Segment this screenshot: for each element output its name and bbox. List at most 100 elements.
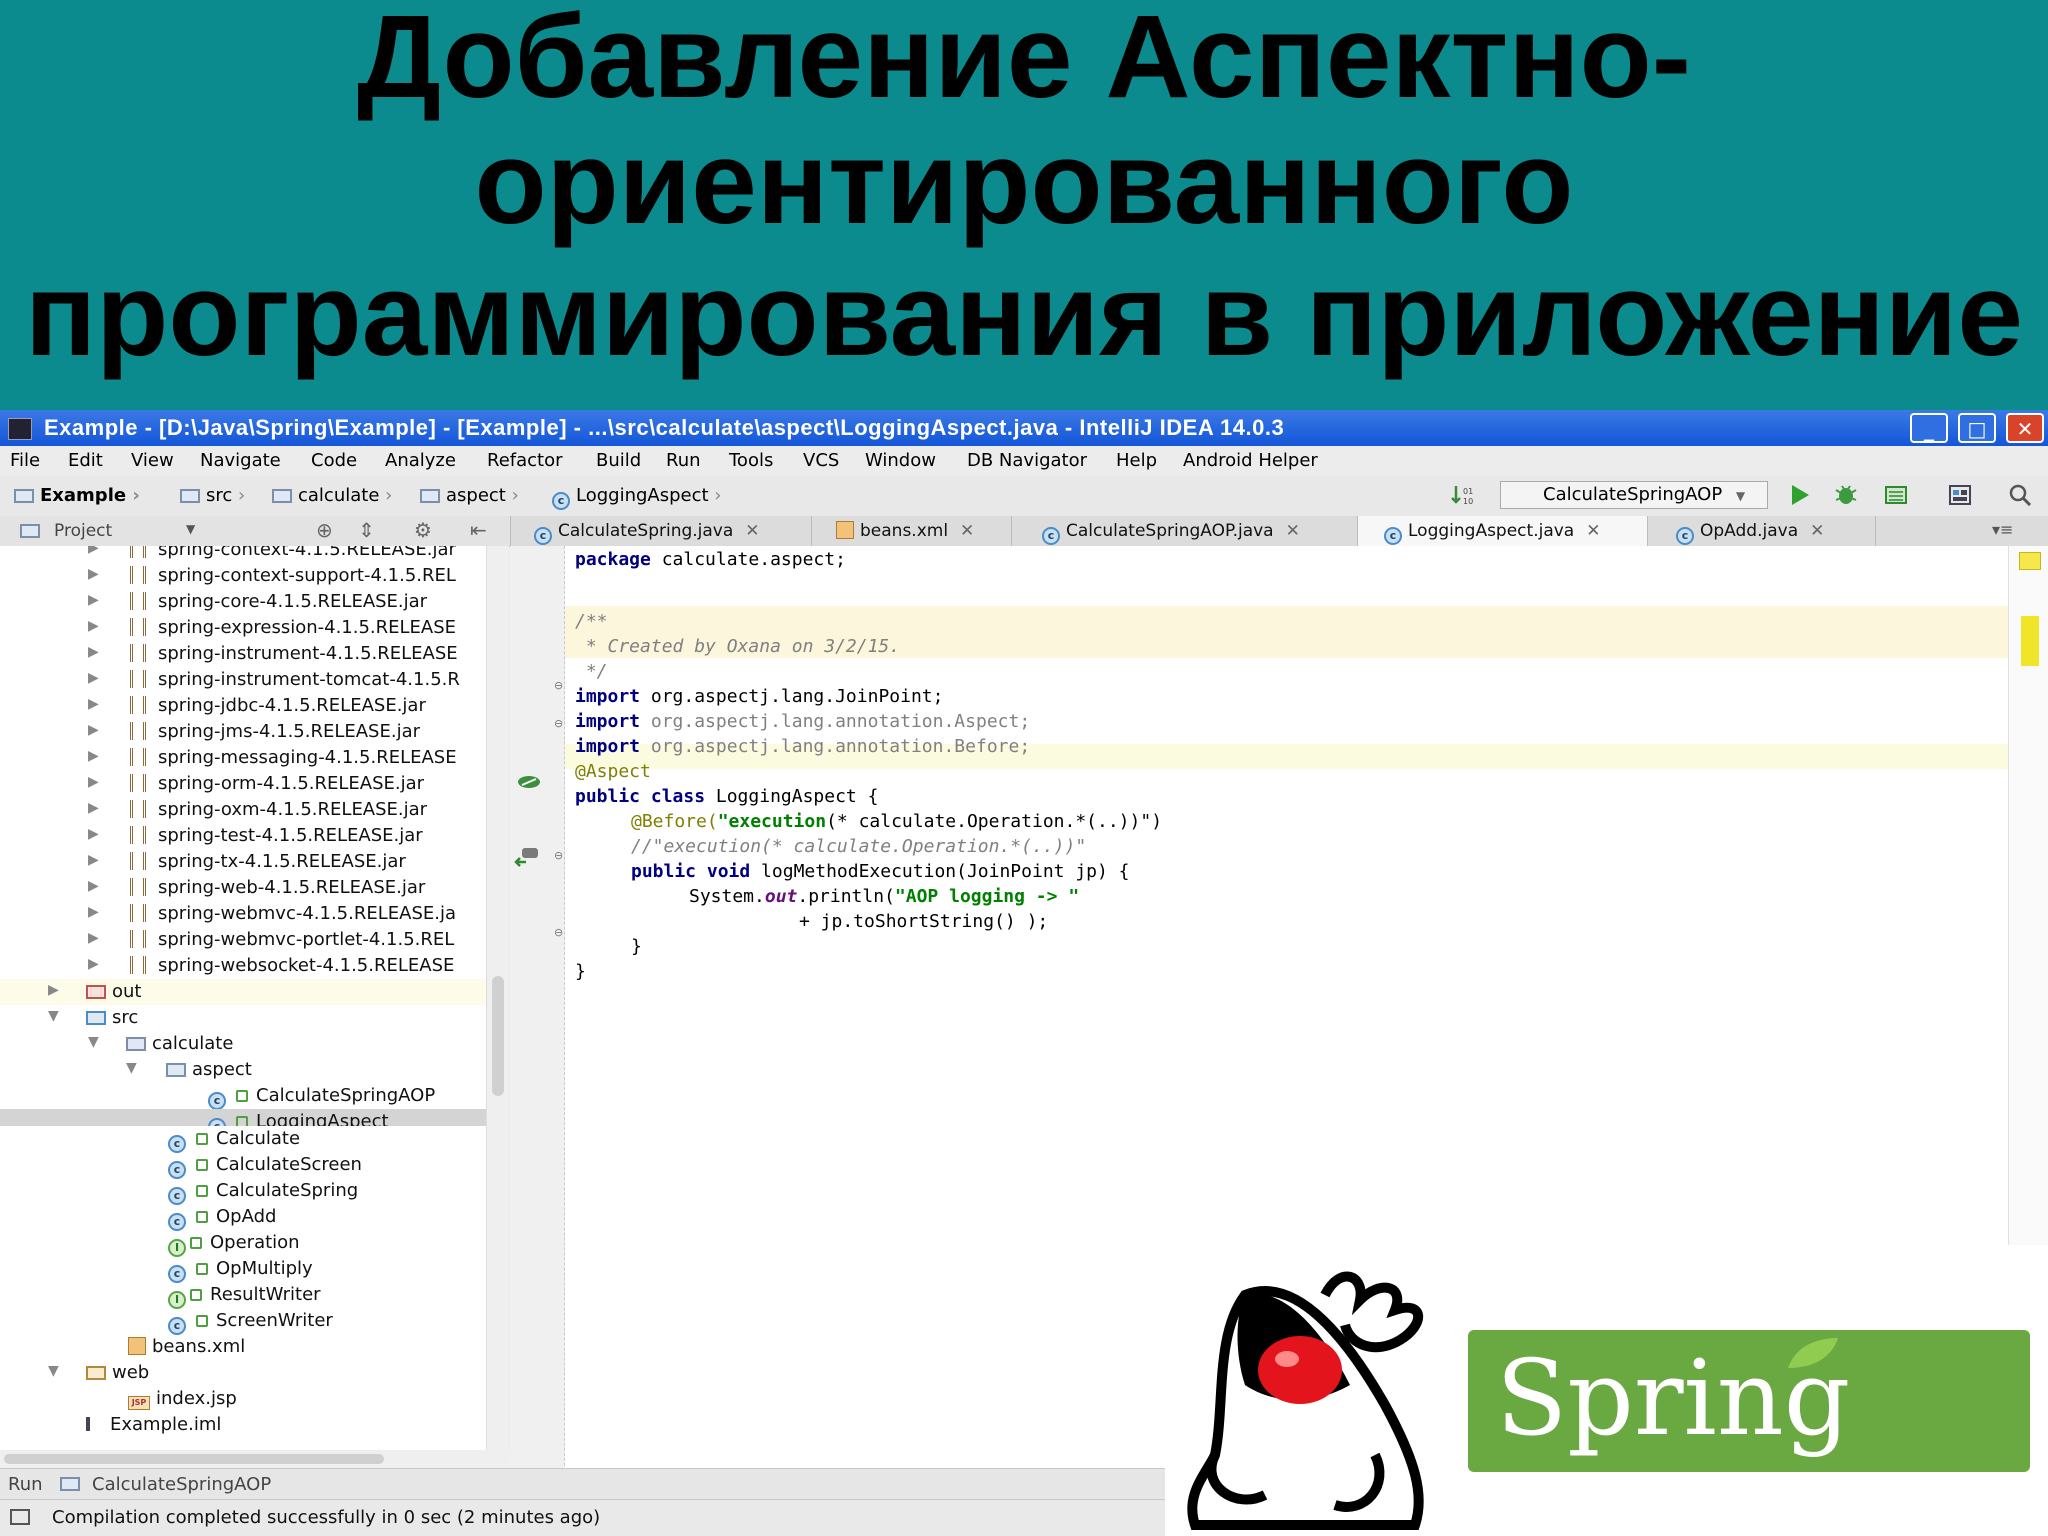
expand-arrow-icon[interactable]: ▶ xyxy=(88,930,99,946)
expand-arrow-icon[interactable]: ▶ xyxy=(88,618,99,634)
close-tab-icon[interactable]: ✕ xyxy=(745,521,759,541)
tree-interface-item[interactable]: I ResultWriter xyxy=(0,1282,486,1309)
collapse-icon[interactable]: ⇕ xyxy=(358,518,375,542)
close-tab-icon[interactable]: ✕ xyxy=(1586,521,1600,541)
tab-opadd[interactable]: c OpAdd.java ✕ xyxy=(1648,516,1876,546)
expand-arrow-icon[interactable]: ▶ xyxy=(88,904,99,920)
expand-arrow-icon[interactable]: ▶ xyxy=(88,748,99,764)
tree-class-item[interactable]: c CalculateSpring xyxy=(0,1178,486,1205)
menu-window[interactable]: Window xyxy=(865,450,936,471)
maximize-button[interactable]: □ xyxy=(1958,413,1996,443)
tree-file-iml[interactable]: Example.iml xyxy=(0,1412,486,1438)
collapse-arrow-icon[interactable]: ▼ xyxy=(88,1034,99,1050)
close-tab-icon[interactable]: ✕ xyxy=(1286,521,1300,541)
tree-class-item[interactable]: c CalculateScreen xyxy=(0,1152,486,1179)
tabs-overflow-icon[interactable]: ▾≡ xyxy=(1992,520,2013,539)
tree-package-aspect[interactable]: ▼ aspect xyxy=(0,1057,486,1083)
toolwindows-toggle-icon[interactable] xyxy=(10,1509,30,1525)
run-config-select[interactable]: CalculateSpringAOP ▼ xyxy=(1500,481,1768,509)
menu-refactor[interactable]: Refactor xyxy=(487,450,563,471)
tab-calculatespring[interactable]: c CalculateSpring.java ✕ xyxy=(512,516,812,546)
tree-class-item[interactable]: c OpAdd xyxy=(0,1204,486,1231)
menu-build[interactable]: Build xyxy=(596,450,641,471)
close-button[interactable]: ✕ xyxy=(2006,413,2044,443)
expand-arrow-icon[interactable]: ▶ xyxy=(48,982,59,998)
fold-icon[interactable]: ⊖ xyxy=(554,717,563,730)
tree-jar-item[interactable]: ▶ spring-jms-4.1.5.RELEASE.jar xyxy=(0,719,486,745)
run-config-name[interactable]: CalculateSpringAOP xyxy=(92,1474,271,1495)
project-structure-icon[interactable] xyxy=(1948,484,1972,506)
tree-jar-item[interactable]: ▶ spring-context-support-4.1.5.REL xyxy=(0,563,486,589)
run-icon[interactable] xyxy=(1788,484,1812,506)
tree-jar-item[interactable]: ▶ spring-messaging-4.1.5.RELEASE xyxy=(0,745,486,771)
tree-vertical-scrollbar[interactable] xyxy=(486,546,509,1126)
expand-arrow-icon[interactable]: ▶ xyxy=(88,852,99,868)
tree-file-index-jsp[interactable]: JSP index.jsp xyxy=(0,1386,486,1412)
project-panel-header[interactable]: Project ▼ ⊕ ⇕ ⚙ ⇤ xyxy=(0,516,511,546)
menu-analyze[interactable]: Analyze xyxy=(385,450,456,471)
expand-arrow-icon[interactable]: ▶ xyxy=(88,800,99,816)
expand-arrow-icon[interactable]: ▶ xyxy=(88,592,99,608)
debug-icon[interactable] xyxy=(1834,484,1858,506)
tab-calculatespringaop[interactable]: c CalculateSpringAOP.java ✕ xyxy=(1012,516,1358,546)
expand-arrow-icon[interactable]: ▶ xyxy=(88,546,99,556)
expand-arrow-icon[interactable]: ▶ xyxy=(88,722,99,738)
expand-arrow-icon[interactable]: ▶ xyxy=(88,566,99,582)
expand-arrow-icon[interactable]: ▶ xyxy=(88,878,99,894)
tree-jar-item[interactable]: ▶ spring-expression-4.1.5.RELEASE xyxy=(0,615,486,641)
gear-icon[interactable]: ⚙ xyxy=(414,518,432,542)
chevron-down-icon[interactable]: ▼ xyxy=(186,522,195,536)
collapse-arrow-icon[interactable]: ▼ xyxy=(48,1008,59,1024)
expand-arrow-icon[interactable]: ▶ xyxy=(88,696,99,712)
tree-jar-item[interactable]: ▶ spring-core-4.1.5.RELEASE.jar xyxy=(0,589,486,615)
warning-marker[interactable] xyxy=(2021,616,2039,666)
expand-arrow-icon[interactable]: ▶ xyxy=(88,956,99,972)
tree-folder-web[interactable]: ▼ web xyxy=(0,1360,486,1386)
tree-horizontal-scrollbar[interactable] xyxy=(0,1450,510,1468)
advice-gutter-icon[interactable] xyxy=(514,846,542,868)
expand-arrow-icon[interactable]: ▶ xyxy=(88,644,99,660)
menu-edit[interactable]: Edit xyxy=(68,450,103,471)
crosshair-icon[interactable]: ⊕ xyxy=(316,518,333,542)
menu-file[interactable]: File xyxy=(10,450,40,471)
tree-jar-item[interactable]: ▶ spring-webmvc-portlet-4.1.5.REL xyxy=(0,927,486,953)
menu-android-helper[interactable]: Android Helper xyxy=(1183,450,1318,471)
minimize-button[interactable]: _ xyxy=(1910,413,1948,443)
tree-interface-item[interactable]: I Operation xyxy=(0,1230,486,1257)
tree-jar-item[interactable]: ▶ spring-websocket-4.1.5.RELEASE xyxy=(0,953,486,979)
breadcrumb-aspect[interactable]: aspect › xyxy=(420,485,519,506)
breadcrumb-calculate[interactable]: calculate › xyxy=(272,485,392,506)
tree-package-calculate[interactable]: ▼ calculate xyxy=(0,1031,486,1057)
tree-scrollbar-track[interactable] xyxy=(486,1126,509,1450)
window-titlebar[interactable]: Example - [D:\Java\Spring\Example] - [Ex… xyxy=(0,410,2048,446)
tree-jar-item[interactable]: ▶ spring-tx-4.1.5.RELEASE.jar xyxy=(0,849,486,875)
fold-icon[interactable]: ⊖ xyxy=(554,679,563,692)
expand-arrow-icon[interactable]: ▶ xyxy=(88,774,99,790)
search-icon[interactable] xyxy=(2008,484,2032,506)
tree-class-item[interactable]: c Calculate xyxy=(0,1126,486,1153)
scrollbar-thumb[interactable] xyxy=(492,976,504,1096)
tree-file-beans[interactable]: beans.xml xyxy=(0,1334,486,1360)
run-tab-label[interactable]: Run xyxy=(8,1474,43,1495)
tree-jar-item[interactable]: ▶ spring-web-4.1.5.RELEASE.jar xyxy=(0,875,486,901)
menu-navigate[interactable]: Navigate xyxy=(200,450,281,471)
coverage-icon[interactable] xyxy=(1884,484,1908,506)
tree-class-item-selected[interactable]: c LoggingAspect xyxy=(0,1109,486,1126)
tree-jar-item[interactable]: ▶ spring-orm-4.1.5.RELEASE.jar xyxy=(0,771,486,797)
breadcrumb-example[interactable]: Example › xyxy=(14,485,140,506)
tab-loggingaspect[interactable]: c LoggingAspect.java ✕ xyxy=(1358,516,1648,546)
menu-view[interactable]: View xyxy=(131,450,174,471)
tree-jar-item[interactable]: ▶ spring-test-4.1.5.RELEASE.jar xyxy=(0,823,486,849)
close-tab-icon[interactable]: ✕ xyxy=(1810,521,1824,541)
expand-arrow-icon[interactable]: ▶ xyxy=(88,670,99,686)
tree-jar-item[interactable]: ▶ spring-oxm-4.1.5.RELEASE.jar xyxy=(0,797,486,823)
fold-icon[interactable]: ⊖ xyxy=(554,849,563,862)
tree-jar-item[interactable]: ▶ spring-webmvc-4.1.5.RELEASE.ja xyxy=(0,901,486,927)
menu-code[interactable]: Code xyxy=(311,450,357,471)
tree-jar-item[interactable]: ▶ spring-jdbc-4.1.5.RELEASE.jar xyxy=(0,693,486,719)
fold-icon[interactable]: ⊖ xyxy=(554,926,563,939)
tree-class-item[interactable]: c OpMultiply xyxy=(0,1256,486,1283)
tree-jar-item[interactable]: ▶ spring-context-4.1.5.RELEASE.jar xyxy=(0,546,486,563)
analysis-status-icon[interactable] xyxy=(2019,552,2041,570)
menu-run[interactable]: Run xyxy=(666,450,701,471)
